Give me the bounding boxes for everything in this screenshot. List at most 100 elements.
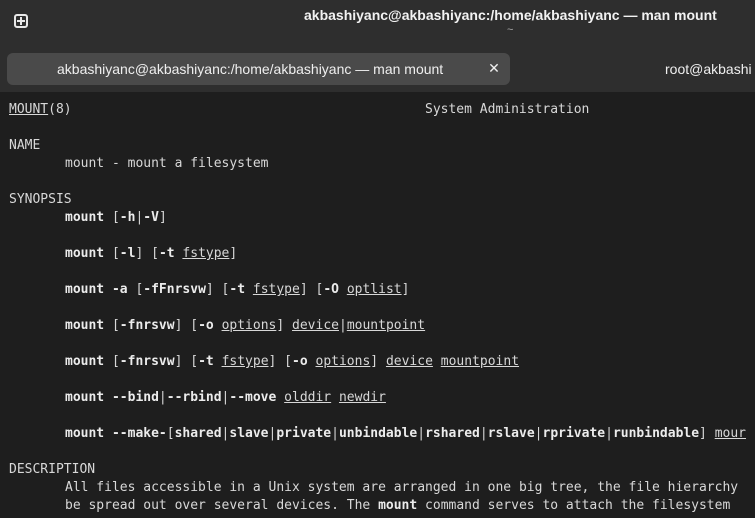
text-run: -fnrsvw (119, 318, 175, 333)
text-run: ] (158, 210, 167, 225)
text-run: [ (104, 354, 120, 369)
tab-label: akbashiyanc@akbashiyanc:/home/akbashiyan… (57, 61, 444, 77)
text-run: mount (65, 246, 105, 261)
text-run: unbindable (338, 426, 418, 441)
text-run: fstype (182, 246, 230, 261)
text-run: mountpoint (440, 354, 520, 369)
text-run: | (338, 318, 347, 333)
text-run: | (605, 426, 613, 441)
text-run (433, 354, 441, 369)
text-run (308, 354, 316, 369)
text-run: mount -a (65, 282, 128, 297)
text-run: | (534, 426, 543, 441)
text-run: mount (65, 354, 105, 369)
new-tab-icon[interactable] (14, 14, 28, 28)
text-run: -o (198, 318, 214, 333)
text-run: | (331, 426, 339, 441)
terminal-content[interactable]: MOUNT(8) System Administration NAME mount… (0, 92, 755, 518)
man-header-name: MOUNT (9, 102, 49, 117)
text-run: -t (229, 282, 246, 297)
text-run: ] (370, 354, 386, 369)
text-run: mount --make- (65, 426, 167, 441)
text-run: rprivate (542, 426, 606, 441)
text-run: | (158, 390, 167, 405)
text-run: optlist (346, 282, 402, 297)
description-line: All files accessible in a Unix system ar… (9, 479, 738, 497)
text-run: -o (292, 354, 308, 369)
man-header-center: System Administration (425, 102, 590, 117)
window-title: akbashiyanc@akbashiyanc:/home/akbashiyan… (304, 7, 717, 23)
text-run: mount (378, 498, 418, 513)
text-run: | (417, 426, 426, 441)
tab-bar: akbashiyanc@akbashiyanc:/home/akbashiyan… (0, 46, 755, 93)
section-heading-name: NAME (9, 138, 41, 153)
text-run: -V (143, 210, 159, 225)
text-run (276, 390, 284, 405)
text-run: olddir (284, 390, 332, 405)
text-run: mour (714, 426, 747, 441)
terminal-window: akbashiyanc@akbashiyanc:/home/akbashiyan… (0, 0, 755, 518)
text-run: ] [ (135, 246, 159, 261)
tab-man-mount[interactable]: akbashiyanc@akbashiyanc:/home/akbashiyan… (7, 53, 510, 85)
text-run: -h (119, 210, 136, 225)
text-run (331, 390, 339, 405)
text-run: rshared (425, 426, 480, 441)
text-run: -t (158, 246, 175, 261)
name-line: mount - mount a filesystem (65, 156, 269, 171)
text-run: --rbind (166, 390, 222, 405)
text-run: options (221, 318, 277, 333)
text-run: command serves to attach the filesystem (417, 498, 739, 513)
synopsis-line: mount [-fnrsvw] [-t fstype] [-o options]… (9, 353, 519, 371)
text-run: device (385, 354, 433, 369)
text-run: -fFnrsvw (143, 282, 206, 297)
synopsis-line: mount --make-[shared|slave|private|unbin… (9, 425, 746, 443)
text-run: -t (198, 354, 214, 369)
text-run: ] [ (174, 354, 199, 369)
text-run: fstype (252, 282, 300, 297)
text-run: be spread out over several devices. The (65, 498, 379, 513)
text-run: mountpoint (346, 318, 426, 333)
text-run: -O (323, 282, 339, 297)
text-run: [ (104, 210, 120, 225)
text-run (214, 318, 222, 333)
text-run: mount --bind (65, 390, 159, 405)
tab-root[interactable]: root@akbashi (665, 61, 752, 77)
text-run: options (315, 354, 371, 369)
text-run: runbindable (612, 426, 700, 441)
text-run: fstype (221, 354, 269, 369)
text-run: mount (65, 210, 105, 225)
text-run: | (479, 426, 488, 441)
header-bar: akbashiyanc@akbashiyanc:/home/akbashiyan… (0, 0, 755, 46)
text-run: [ (104, 318, 120, 333)
section-heading-description: DESCRIPTION (9, 462, 96, 477)
text-run: [ (127, 282, 144, 297)
text-run: -l (119, 246, 136, 261)
synopsis-line: mount --bind|--rbind|--move olddir newdi… (9, 389, 386, 407)
text-run: device (292, 318, 339, 333)
text-run: --move (229, 390, 277, 405)
text-run: -fnrsvw (119, 354, 175, 369)
close-icon[interactable]: ✕ (485, 60, 503, 78)
synopsis-line: mount -a [-fFnrsvw] [-t fstype] [-O optl… (9, 281, 409, 299)
text-run: All files accessible in a Unix system ar… (65, 480, 739, 495)
text-run: ] (401, 282, 410, 297)
text-run: ] (276, 318, 293, 333)
text-run: ] [ (174, 318, 199, 333)
text-run: newdir (338, 390, 386, 405)
text-run: shared (174, 426, 222, 441)
man-page-header: MOUNT(8) System Administration (9, 101, 589, 119)
text-run: mount (65, 318, 105, 333)
synopsis-line: mount [-fnrsvw] [-o options] device|moun… (9, 317, 425, 335)
section-heading-synopsis: SYNOPSIS (9, 192, 72, 207)
text-run: ] [ (299, 282, 324, 297)
text-run (214, 354, 222, 369)
text-run: slave (229, 426, 269, 441)
text-run: ] (229, 246, 238, 261)
man-header-section: (8) (48, 102, 72, 117)
text-run: private (276, 426, 332, 441)
text-run (245, 282, 253, 297)
window-subtitle: ~ (507, 24, 514, 36)
text-run: ] [ (268, 354, 293, 369)
text-run: rslave (487, 426, 535, 441)
text-run: [ (166, 426, 175, 441)
